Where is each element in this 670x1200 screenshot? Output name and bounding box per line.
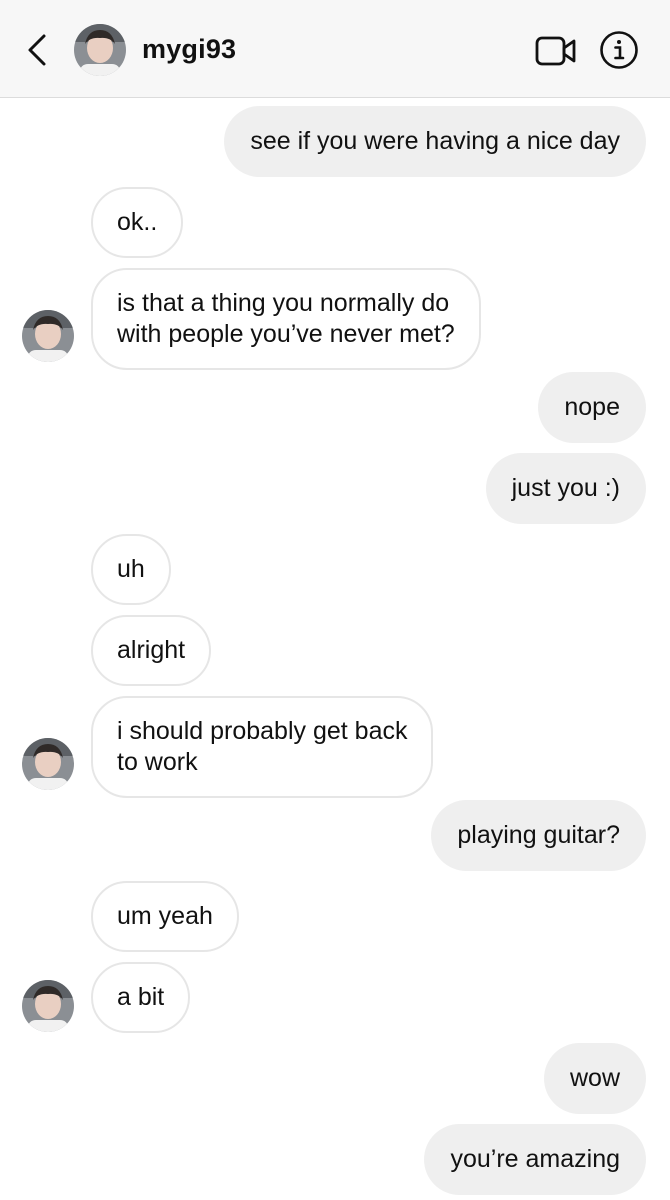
message-text: uh	[117, 555, 145, 583]
message-text: you’re amazing	[450, 1145, 620, 1173]
message-text: alright	[117, 636, 186, 664]
avatar[interactable]	[74, 24, 126, 76]
message-received[interactable]: alright	[91, 615, 212, 686]
chevron-left-icon	[28, 34, 46, 66]
message-text: a bit	[117, 983, 165, 1011]
message-text: playing guitar?	[457, 821, 620, 849]
message-received[interactable]: i should probably get back to work	[91, 696, 434, 798]
message-text: ok..	[117, 208, 158, 236]
message-received[interactable]: a bit	[91, 962, 191, 1033]
message-received[interactable]: ok..	[91, 187, 184, 258]
avatar[interactable]	[22, 310, 74, 362]
message-text-line: to work	[117, 748, 198, 776]
message-thread[interactable]: see if you were having a nice day ok.. i…	[0, 99, 670, 1200]
message-text-line: i should probably get back	[117, 717, 408, 745]
chat-header: mygi93	[0, 0, 670, 98]
profile-photo	[22, 980, 74, 1032]
video-call-button[interactable]	[533, 32, 579, 70]
conversation-info-button[interactable]	[599, 30, 639, 70]
profile-photo	[74, 24, 126, 76]
message-text: nope	[564, 393, 620, 421]
message-sent[interactable]: you’re amazing	[424, 1124, 646, 1195]
message-text: um yeah	[117, 902, 213, 930]
message-sent[interactable]: just you :)	[485, 453, 646, 524]
message-text: wow	[569, 1064, 620, 1092]
message-text: see if you were having a nice day	[250, 127, 620, 155]
message-received[interactable]: uh	[91, 534, 171, 605]
message-sent[interactable]: playing guitar?	[431, 800, 646, 871]
profile-photo	[22, 738, 74, 790]
message-text-line: is that a thing you normally do	[117, 289, 450, 317]
back-button[interactable]	[20, 30, 54, 70]
profile-photo	[22, 310, 74, 362]
video-camera-icon	[535, 36, 576, 66]
info-circle-icon	[600, 31, 638, 69]
message-text: just you :)	[511, 474, 620, 502]
message-received[interactable]: is that a thing you normally do with peo…	[91, 268, 481, 370]
message-text-line: with people you’ve never met?	[117, 320, 455, 348]
message-sent[interactable]: nope	[538, 372, 646, 443]
message-sent[interactable]: see if you were having a nice day	[224, 106, 646, 177]
message-sent[interactable]: wow	[543, 1043, 646, 1114]
avatar[interactable]	[22, 980, 74, 1032]
chat-username[interactable]: mygi93	[142, 34, 236, 65]
message-received[interactable]: um yeah	[91, 881, 239, 952]
avatar[interactable]	[22, 738, 74, 790]
